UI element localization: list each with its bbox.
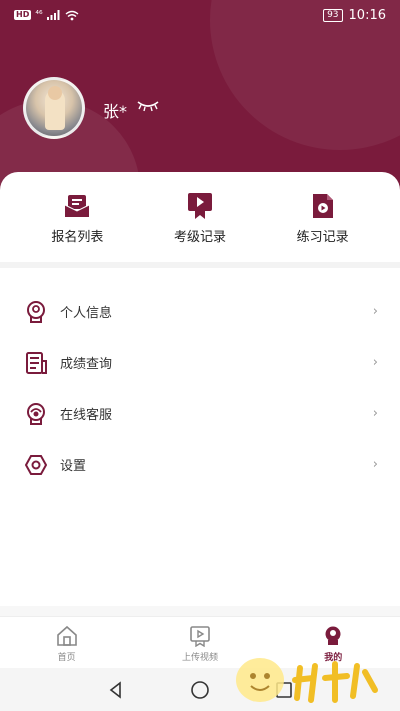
customer-service-icon xyxy=(27,402,45,425)
menu-item-settings[interactable]: 设置 › xyxy=(0,439,400,490)
score-query-icon xyxy=(26,351,47,374)
chevron-right-icon: › xyxy=(372,457,378,472)
chevron-right-icon: › xyxy=(372,304,378,319)
exam-record-button[interactable]: 考级记录 xyxy=(150,172,250,262)
menu-item-customer-service[interactable]: 在线客服 › xyxy=(0,388,400,439)
status-bar: HD ⁴⁶ 93 10:16 xyxy=(0,0,400,30)
signal-icon xyxy=(46,10,60,20)
registration-list-icon xyxy=(65,195,90,217)
closed-eye-icon[interactable] xyxy=(136,99,160,113)
profile-header: HD ⁴⁶ 93 10:16 张* xyxy=(0,0,400,190)
recents-square-icon xyxy=(276,681,292,698)
signal-type: ⁴⁶ xyxy=(35,10,43,20)
menu-item-label: 在线客服 xyxy=(60,408,113,423)
menu-item-personal-info[interactable]: 个人信息 › xyxy=(0,286,400,337)
tab-home[interactable]: 首页 xyxy=(22,617,112,668)
quick-action-label: 报名列表 xyxy=(51,230,104,245)
settings-menu: 个人信息 › 成绩查询 › 在线客服 › 设置 › xyxy=(0,286,400,490)
tab-label: 上传视频 xyxy=(181,653,218,663)
menu-item-label: 设置 xyxy=(60,459,87,474)
avatar-head xyxy=(48,86,62,100)
hd-badge: HD xyxy=(14,10,32,20)
tab-profile[interactable]: 我的 xyxy=(288,617,378,668)
home-button[interactable] xyxy=(188,678,212,702)
chevron-right-icon: › xyxy=(372,406,378,421)
battery-indicator: 93 xyxy=(323,8,343,22)
chevron-right-icon: › xyxy=(372,355,378,370)
menu-item-score-query[interactable]: 成绩查询 › xyxy=(0,337,400,388)
wifi-icon xyxy=(65,10,79,20)
bottom-tab-bar: 首页 上传视频 我的 xyxy=(0,616,400,668)
system-nav-bar xyxy=(0,668,400,711)
practice-record-button[interactable]: 练习记录 xyxy=(273,172,373,262)
personal-info-icon xyxy=(27,300,45,323)
profile-icon xyxy=(325,626,341,645)
back-triangle-icon xyxy=(109,680,121,699)
recents-button[interactable] xyxy=(272,678,296,702)
back-button[interactable] xyxy=(104,678,128,702)
tab-upload-video[interactable]: 上传视频 xyxy=(155,617,245,668)
practice-record-icon xyxy=(312,194,333,218)
tab-label: 我的 xyxy=(324,653,343,663)
tab-label: 首页 xyxy=(57,653,76,663)
menu-item-label: 成绩查询 xyxy=(60,357,113,372)
quick-actions-card: 报名列表 考级记录 练习记录 xyxy=(0,172,400,262)
exam-record-icon xyxy=(187,193,212,219)
section-divider xyxy=(0,262,400,268)
username: 张* xyxy=(103,102,128,121)
home-circle-icon xyxy=(191,680,209,699)
quick-action-label: 考级记录 xyxy=(173,230,226,245)
avatar[interactable] xyxy=(23,77,85,139)
settings-icon xyxy=(25,454,47,475)
quick-action-label: 练习记录 xyxy=(296,230,349,245)
upload-video-icon xyxy=(190,626,210,647)
home-icon xyxy=(56,625,77,646)
clock: 10:16 xyxy=(348,7,386,23)
menu-item-label: 个人信息 xyxy=(60,306,113,321)
registration-list-button[interactable]: 报名列表 xyxy=(27,172,127,262)
bottom-separator xyxy=(0,606,400,616)
